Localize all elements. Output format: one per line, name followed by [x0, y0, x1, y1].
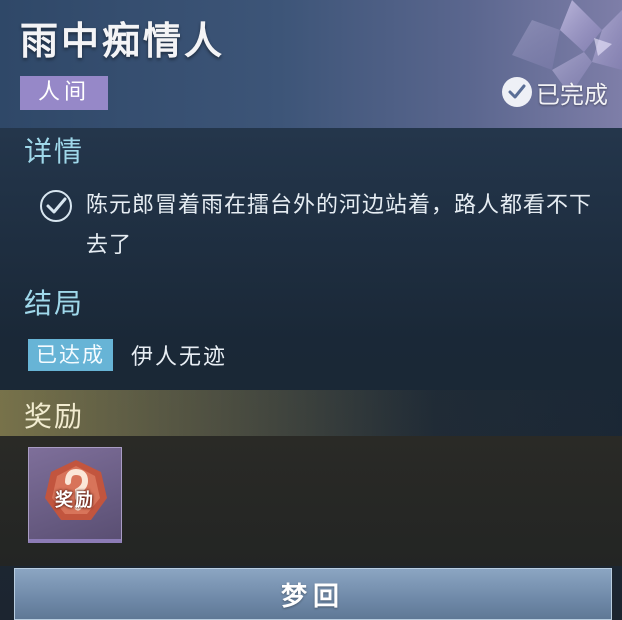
details-heading: 详情 [24, 135, 85, 168]
ending-heading: 结局 [24, 287, 85, 320]
completed-status-label: 已完成 [536, 80, 608, 109]
detail-item-text: 陈元郎冒着雨在擂台外的河边站着，路人都看不下去了 [86, 193, 593, 258]
ending-name: 伊人无迹 [131, 345, 228, 370]
quest-header: 雨中痴情人 人间 已完成 [0, 0, 622, 128]
realm-tag: 人间 [20, 76, 108, 110]
objective-check-icon [40, 190, 72, 222]
dream-return-button[interactable]: 梦回 [14, 568, 612, 620]
reward-item-label: 奖励 [55, 490, 95, 511]
reward-heading: 奖励 [24, 400, 85, 433]
completed-status: 已完成 [502, 74, 608, 110]
completed-check-icon [502, 77, 532, 107]
detail-item: 陈元郎冒着雨在擂台外的河边站着，路人都看不下去了 [38, 186, 608, 266]
ending-achieved-badge: 已达成 [28, 339, 113, 371]
reward-heading-bar [0, 390, 622, 436]
quest-title: 雨中痴情人 [20, 18, 226, 63]
ending-row: 已达成 伊人无迹 [28, 339, 227, 371]
reward-item[interactable]: 奖励 [28, 447, 122, 543]
